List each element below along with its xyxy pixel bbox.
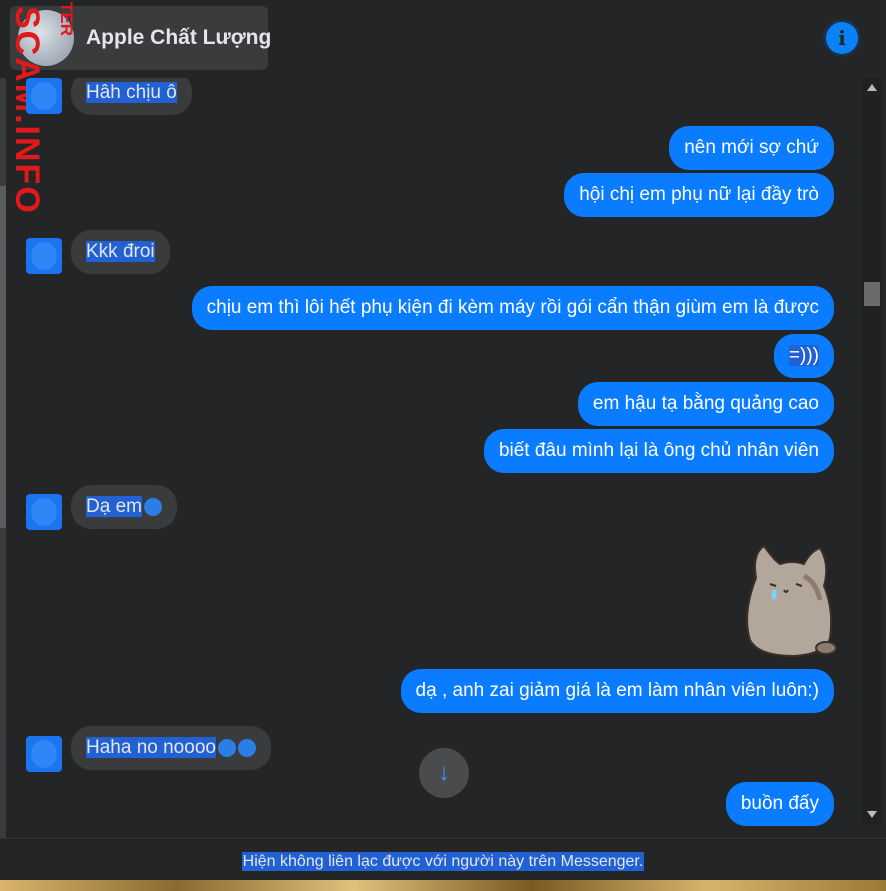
scroll-to-bottom-button[interactable]: ↓: [419, 748, 469, 798]
message-outgoing[interactable]: biết đâu mình lại là ông chủ nhân viên: [483, 429, 834, 473]
contact-name[interactable]: Apple Chất Lượng: [86, 26, 271, 50]
sender-avatar[interactable]: [26, 736, 62, 772]
emoji-icon: [237, 738, 256, 757]
conversation-header: Apple Chất Lượng SCAM.INFO TER i: [0, 0, 886, 215]
sender-avatar[interactable]: [26, 494, 62, 530]
sender-avatar[interactable]: [26, 78, 62, 114]
emoji-icon: [143, 497, 162, 516]
message-outgoing[interactable]: nên mới sợ chứ: [669, 126, 834, 170]
composer-disabled-notice: Hiện không liên lạc được với người này t…: [0, 838, 886, 881]
message-outgoing[interactable]: hội chị em phụ nữ lại đầy trò: [564, 173, 834, 217]
message-incoming[interactable]: Kkk đroi: [71, 230, 170, 274]
message-list[interactable]: Hâh chịu ô nên mới sợ chứ hội chị em phụ…: [6, 78, 862, 838]
scroll-down-arrow-icon[interactable]: [867, 811, 877, 818]
message-outgoing[interactable]: =))): [773, 334, 834, 378]
sender-avatar[interactable]: [26, 238, 62, 274]
unavailable-message: Hiện không liên lạc được với người này t…: [241, 852, 645, 871]
message-outgoing[interactable]: buồn đấy: [725, 782, 834, 826]
message-outgoing[interactable]: chịu em thì lôi hết phụ kiện đi kèm máy …: [191, 286, 834, 330]
chat-scrollbar[interactable]: [862, 78, 882, 824]
watermark-small: TER: [57, 2, 76, 36]
info-icon[interactable]: i: [826, 22, 858, 54]
background-strip: [0, 880, 886, 891]
scroll-up-arrow-icon[interactable]: [867, 84, 877, 91]
arrow-down-icon: ↓: [438, 759, 450, 786]
crying-cat-sticker-icon[interactable]: [734, 540, 838, 658]
message-incoming[interactable]: Dạ em: [71, 485, 177, 529]
message-outgoing[interactable]: dạ , anh zai giảm giá là em làm nhân viê…: [400, 669, 834, 713]
message-outgoing[interactable]: em hậu tạ bằng quảng cao: [577, 382, 834, 426]
chat-scrollbar-thumb[interactable]: [864, 282, 880, 306]
emoji-icon: [217, 738, 236, 757]
message-incoming[interactable]: Hâh chịu ô: [71, 78, 192, 115]
message-incoming[interactable]: Haha no noooo: [71, 726, 271, 770]
